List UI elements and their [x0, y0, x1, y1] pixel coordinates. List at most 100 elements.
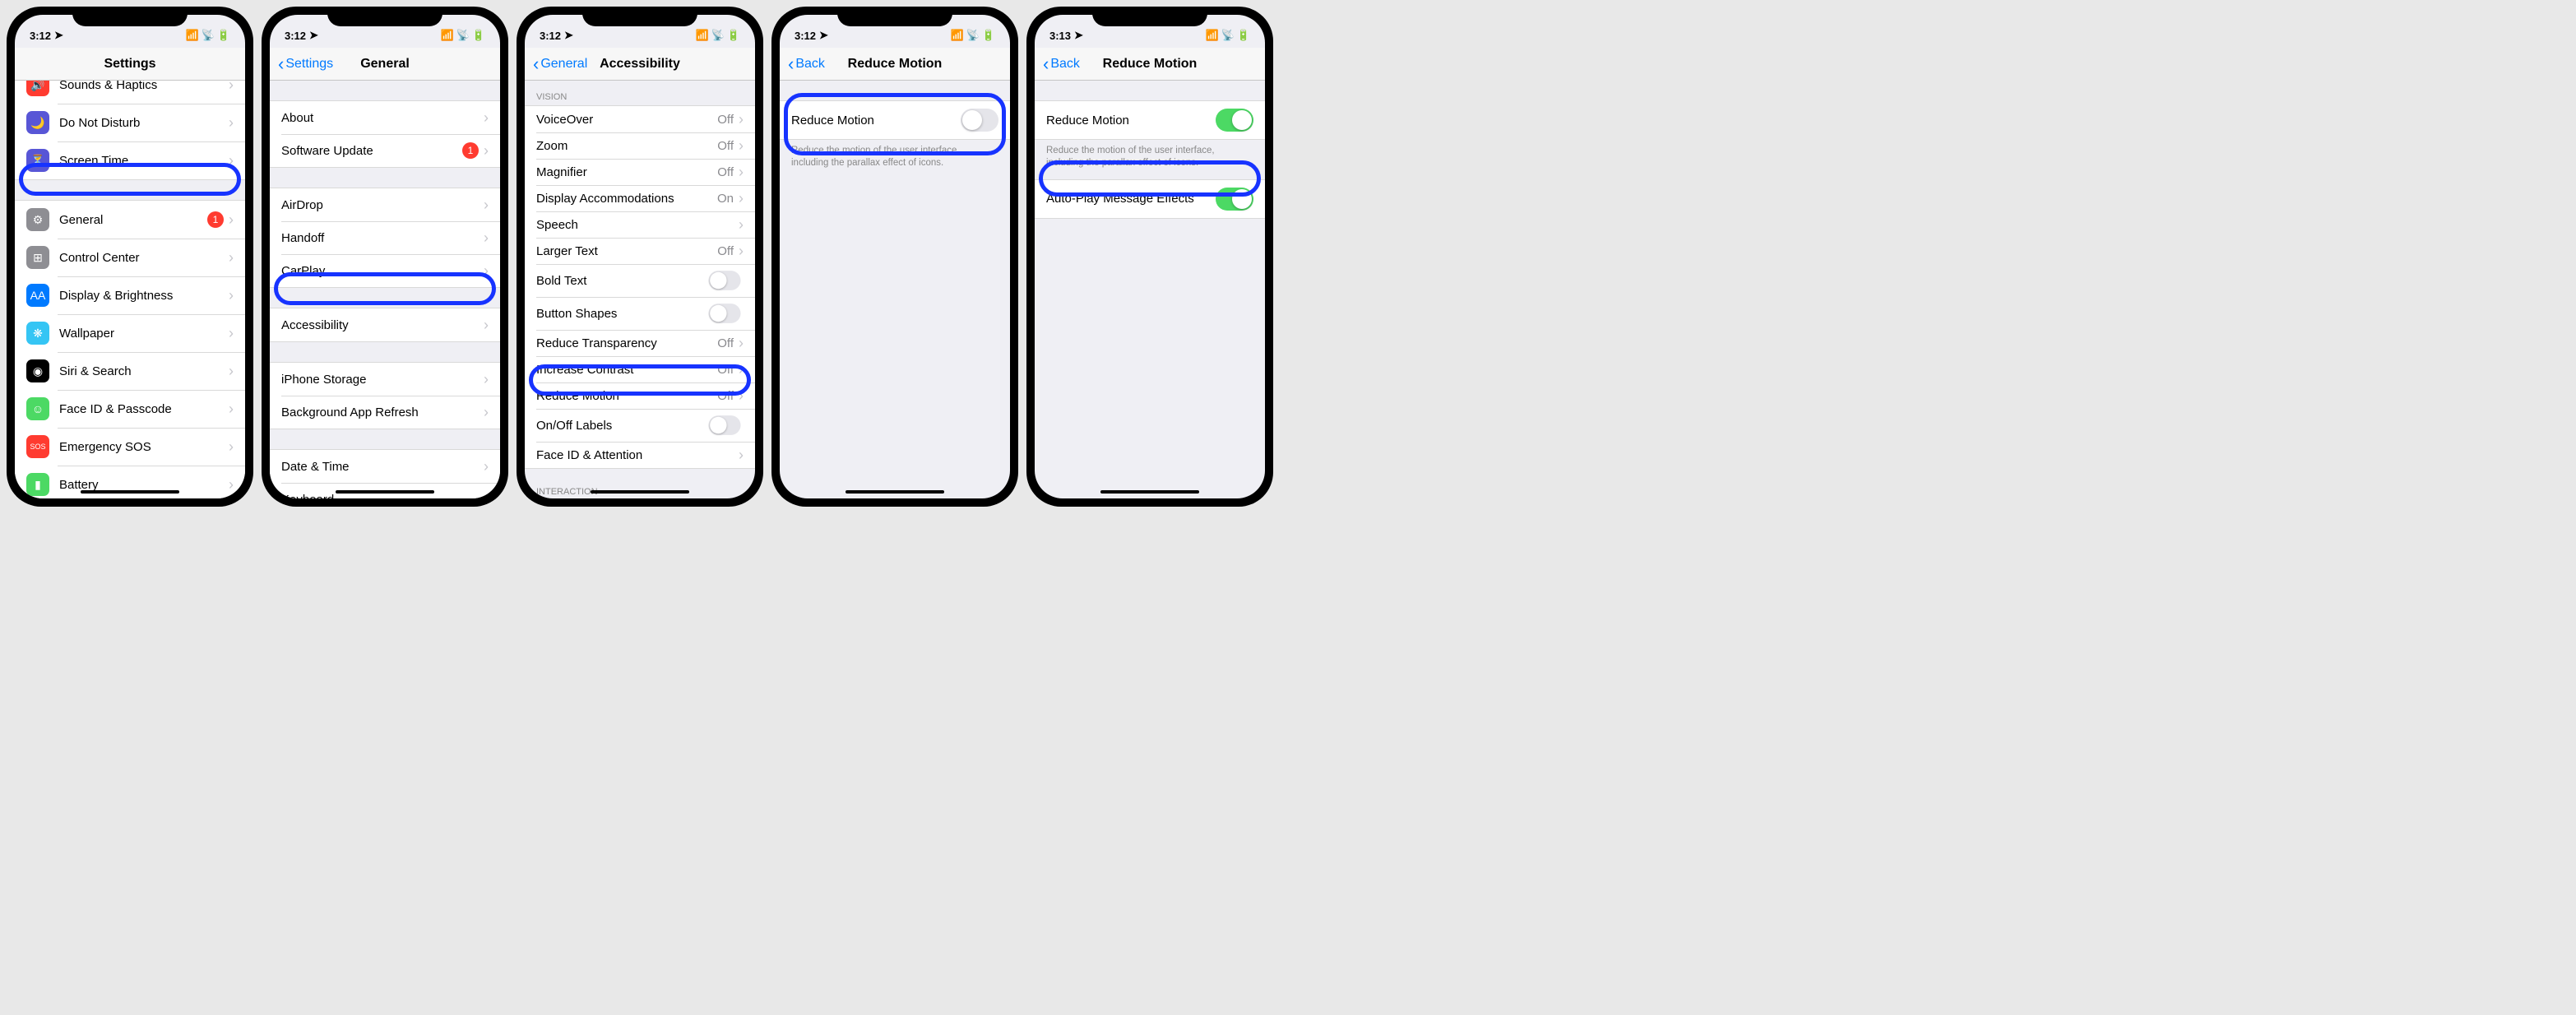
content[interactable]: About›Software Update1› AirDrop›Handoff›…	[270, 81, 500, 498]
settings-row[interactable]: Button Shapes	[525, 297, 755, 330]
content[interactable]: VISION VoiceOverOff›ZoomOff›MagnifierOff…	[525, 81, 755, 498]
switch-auto-play[interactable]	[1216, 188, 1253, 211]
home-indicator[interactable]	[1100, 490, 1199, 494]
home-indicator[interactable]	[591, 490, 689, 494]
row-value: Off	[717, 139, 734, 153]
chevron-right-icon: ›	[229, 81, 234, 92]
app-icon: ◉	[26, 359, 49, 382]
row-label: AirDrop	[281, 198, 484, 212]
settings-row[interactable]: CarPlay›	[270, 254, 500, 287]
settings-row[interactable]: Reduce MotionOff›	[525, 382, 755, 409]
settings-row[interactable]: ❋Wallpaper›	[15, 314, 245, 352]
settings-row[interactable]: 🔊Sounds & Haptics›	[15, 81, 245, 104]
badge: 1	[207, 211, 224, 228]
settings-row[interactable]: Background App Refresh›	[270, 396, 500, 429]
settings-row[interactable]: ⚙General1›	[15, 201, 245, 239]
content[interactable]: Reduce Motion Reduce the motion of the u…	[1035, 81, 1265, 498]
chevron-right-icon: ›	[484, 110, 489, 125]
settings-row[interactable]: AADisplay & Brightness›	[15, 276, 245, 314]
status-time: 3:12	[540, 30, 561, 42]
settings-row[interactable]: On/Off Labels	[525, 409, 755, 442]
row-value: Off	[717, 389, 734, 403]
settings-row[interactable]: Increase ContrastOff›	[525, 356, 755, 382]
row-reduce-motion[interactable]: Reduce Motion	[1035, 101, 1265, 139]
wifi-icon: 📡	[456, 29, 470, 42]
home-indicator[interactable]	[846, 490, 944, 494]
row-auto-play-effects[interactable]: Auto-Play Message Effects	[1035, 180, 1265, 218]
row-label: Background App Refresh	[281, 406, 484, 419]
settings-row[interactable]: iPhone Storage›	[270, 363, 500, 396]
switch-toggle[interactable]	[708, 271, 740, 290]
switch-toggle[interactable]	[708, 304, 740, 323]
back-button[interactable]: ‹Settings	[278, 53, 333, 75]
signal-icon: 📶	[950, 29, 963, 42]
chevron-right-icon: ›	[739, 191, 744, 206]
app-icon: ☺	[26, 397, 49, 420]
settings-row[interactable]: Face ID & Attention›	[525, 442, 755, 468]
row-label: Screen Time	[59, 154, 229, 168]
switch-reduce-motion[interactable]	[1216, 109, 1253, 132]
nav-bar: ‹Back Reduce Motion	[1035, 48, 1265, 81]
settings-row[interactable]: VoiceOverOff›	[525, 106, 755, 132]
signal-icon: 📶	[185, 29, 198, 42]
nav-bar: ‹Settings General	[270, 48, 500, 81]
phone-4: 3:12➤ 📶📡🔋 ‹Back Reduce Motion Reduce Mot…	[771, 7, 1018, 507]
settings-row[interactable]: ▮Battery›	[15, 466, 245, 498]
nav-bar: Settings	[15, 48, 245, 81]
row-label: VoiceOver	[536, 113, 717, 127]
back-button[interactable]: ‹General	[533, 53, 587, 75]
location-icon: ➤	[54, 29, 63, 42]
settings-row[interactable]: Software Update1›	[270, 134, 500, 167]
settings-row[interactable]: ⏳Screen Time›	[15, 141, 245, 179]
settings-row[interactable]: Display AccommodationsOn›	[525, 185, 755, 211]
settings-row[interactable]: MagnifierOff›	[525, 159, 755, 185]
row-value: Off	[717, 363, 734, 377]
settings-row[interactable]: ☺Face ID & Passcode›	[15, 390, 245, 428]
chevron-right-icon: ›	[229, 115, 234, 130]
chevron-right-icon: ›	[739, 138, 744, 153]
settings-row[interactable]: Accessibility›	[270, 308, 500, 341]
row-label: Reduce Motion	[1046, 114, 1216, 127]
content[interactable]: 🔊Sounds & Haptics›🌙Do Not Disturb›⏳Scree…	[15, 81, 245, 498]
settings-row[interactable]: Bold Text	[525, 264, 755, 297]
chevron-right-icon: ›	[484, 459, 489, 474]
nav-title: Reduce Motion	[848, 57, 943, 72]
battery-icon: 🔋	[1237, 29, 1250, 42]
app-icon: ❋	[26, 322, 49, 345]
home-indicator[interactable]	[336, 490, 434, 494]
switch-reduce-motion[interactable]	[961, 109, 998, 132]
row-label: Display & Brightness	[59, 289, 229, 303]
settings-row[interactable]: ◉Siri & Search›	[15, 352, 245, 390]
wifi-icon: 📡	[966, 29, 980, 42]
settings-row[interactable]: SOSEmergency SOS›	[15, 428, 245, 466]
home-indicator[interactable]	[81, 490, 179, 494]
settings-row[interactable]: Larger TextOff›	[525, 238, 755, 264]
chevron-right-icon: ›	[229, 212, 234, 227]
settings-row[interactable]: AirDrop›	[270, 188, 500, 221]
row-reduce-motion[interactable]: Reduce Motion	[780, 101, 1010, 139]
switch-toggle[interactable]	[708, 415, 740, 435]
row-label: Sounds & Haptics	[59, 81, 229, 92]
settings-row[interactable]: Handoff›	[270, 221, 500, 254]
back-button[interactable]: ‹Back	[1043, 53, 1080, 75]
settings-row[interactable]: Date & Time›	[270, 450, 500, 483]
settings-row[interactable]: ZoomOff›	[525, 132, 755, 159]
chevron-right-icon: ›	[739, 388, 744, 403]
settings-row[interactable]: Reduce TransparencyOff›	[525, 330, 755, 356]
location-icon: ➤	[309, 29, 318, 42]
row-label: Reduce Transparency	[536, 336, 717, 350]
app-icon: SOS	[26, 435, 49, 458]
settings-row[interactable]: 🌙Do Not Disturb›	[15, 104, 245, 141]
notch	[327, 7, 442, 26]
settings-row[interactable]: ⊞Control Center›	[15, 239, 245, 276]
settings-row[interactable]: Speech›	[525, 211, 755, 238]
back-button[interactable]: ‹Back	[788, 53, 825, 75]
badge: 1	[462, 142, 479, 159]
screen-settings: 3:12➤ 📶 📡 🔋 Settings 🔊Sounds & Haptics›🌙…	[15, 15, 245, 498]
settings-row[interactable]: About›	[270, 101, 500, 134]
app-icon: 🌙	[26, 111, 49, 134]
content[interactable]: Reduce Motion Reduce the motion of the u…	[780, 81, 1010, 498]
chevron-right-icon: ›	[229, 288, 234, 303]
row-label: Auto-Play Message Effects	[1046, 192, 1216, 206]
row-label: General	[59, 213, 207, 227]
